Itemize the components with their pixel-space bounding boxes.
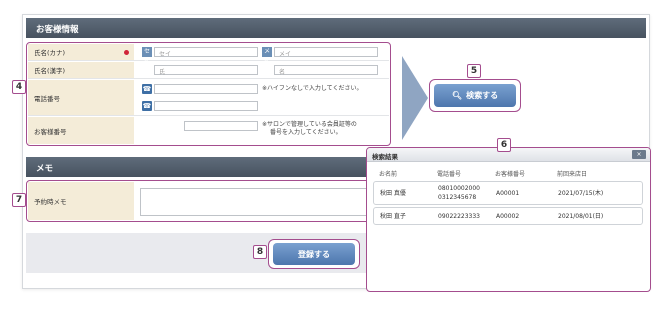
result-last-visit: 2021/07/15(木) [558,190,604,197]
col-name: お名前 [379,171,398,178]
phone-label: 電話番号 [28,80,134,115]
sei-icon: セイ [142,47,152,65]
customer-info-header: お客様情報 [26,18,646,38]
callout-badge-8: 8 [253,245,267,259]
phone-input-2[interactable] [154,101,258,111]
result-name: 秋田 直子 [380,213,406,220]
memo-textarea[interactable] [140,188,368,216]
col-last-visit: 前回来店日 [557,171,588,178]
col-customer-no: お客様番号 [495,171,526,178]
kana-name-row: 氏名(カナ) セイ セイ メイ メイ [28,44,389,65]
phone-row: 電話番号 ☎ ※ハイフンなしで入力してください。 ☎ [28,80,389,116]
kanji-sei-input[interactable]: 氏 [154,65,258,76]
kanji-name-label: 氏名(漢字) [28,62,134,78]
kana-mei-input[interactable]: メイ [274,47,378,58]
result-name: 秋田 真優 [380,190,406,197]
result-phone-1: 09022223333 [438,213,480,220]
phone-input-1[interactable] [154,84,258,94]
callout-badge-4: 4 [12,80,26,94]
search-results-popup: 検索結果 × お名前 電話番号 お客様番号 前回来店日 秋田 真優 080100… [366,147,651,292]
customer-no-note-2: 番号を入力してください。 [270,129,342,136]
kanji-name-row: 氏名(漢字) 氏 名 [28,62,389,79]
kana-name-label: 氏名(カナ) [28,44,134,60]
phone-icon: ☎ [142,84,152,94]
result-phone-1: 08010002000 [438,185,480,192]
close-icon[interactable]: × [632,150,646,159]
result-phone-2: 0312345678 [438,194,477,201]
phone-note: ※ハイフンなしで入力してください。 [262,85,363,92]
register-button-label: 登録する [298,249,330,259]
callout-badge-5: 5 [467,64,481,78]
register-button[interactable]: 登録する [273,243,355,265]
phone-icon: ☎ [142,101,152,111]
callout-badge-6: 6 [497,138,511,152]
search-icon: 🔍︎ [451,91,463,100]
search-button-label: 検索する [466,91,499,100]
result-customer-no: A00002 [496,213,520,220]
search-button[interactable]: 🔍︎ 検索する [434,84,516,107]
col-phone: 電話番号 [437,171,462,178]
customer-no-note-1: ※サロンで管理している会員証等の [262,121,357,128]
customer-no-row: お客様番号 ※サロンで管理している会員証等の 番号を入力してください。 [28,117,389,144]
required-dot [124,50,129,55]
customer-no-input[interactable] [184,121,258,131]
customer-no-label: お客様番号 [28,117,134,144]
memo-header: メモ [26,157,366,177]
memo-label: 予約時メモ [28,182,134,220]
kana-sei-input[interactable]: セイ [154,47,258,58]
result-customer-no: A00001 [496,190,520,197]
kanji-mei-input[interactable]: 名 [274,65,378,76]
mei-icon: メイ [262,47,272,65]
result-row[interactable]: 秋田 真優 08010002000 0312345678 A00001 2021… [373,181,643,205]
result-row[interactable]: 秋田 直子 09022223333 A00002 2021/08/01(日) [373,207,643,225]
callout-badge-7: 7 [12,193,26,207]
result-last-visit: 2021/08/01(日) [558,213,604,220]
arrow-right-icon [402,56,428,140]
